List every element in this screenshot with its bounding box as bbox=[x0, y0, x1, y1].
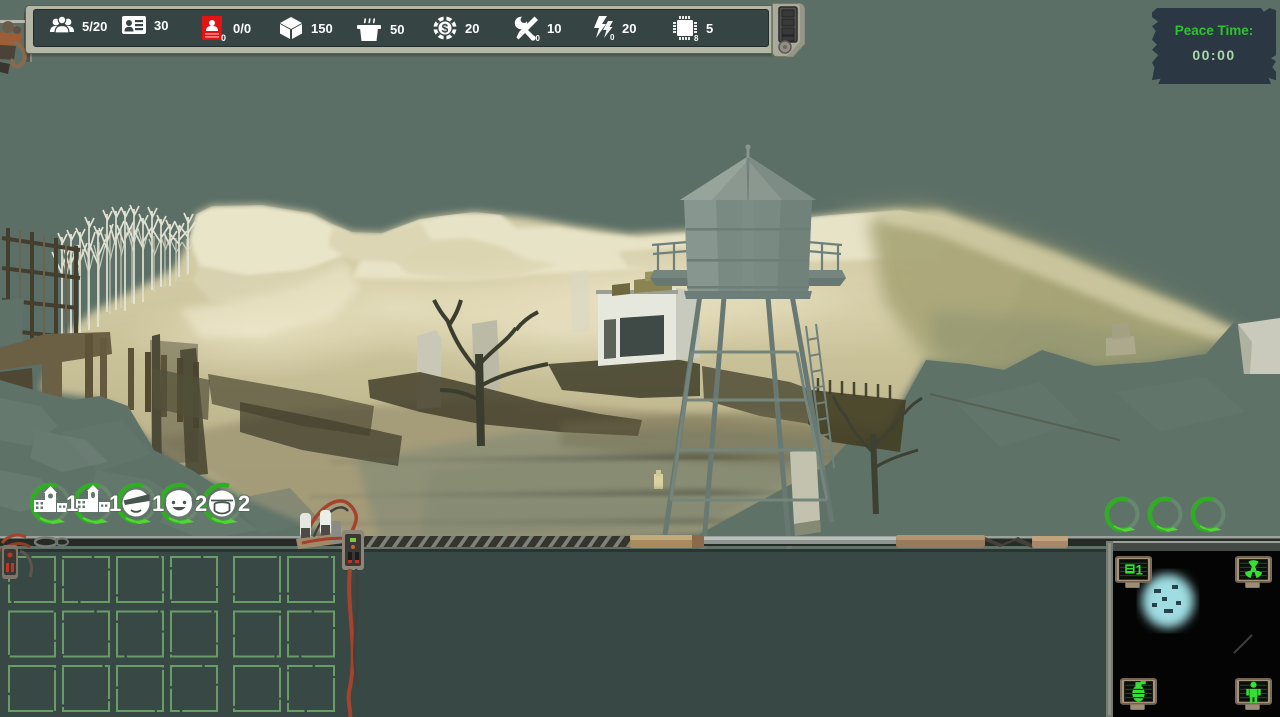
svg-text:8: 8 bbox=[694, 34, 699, 41]
svg-text:0: 0 bbox=[536, 34, 541, 41]
svg-text:1: 1 bbox=[66, 491, 78, 516]
svg-text:0: 0 bbox=[221, 33, 226, 42]
svg-text:2: 2 bbox=[238, 491, 250, 516]
svg-text:0: 0 bbox=[610, 33, 615, 41]
svg-text:2: 2 bbox=[195, 491, 207, 516]
svg-text:1: 1 bbox=[152, 491, 164, 516]
svg-text:1: 1 bbox=[109, 491, 121, 516]
svg-text:$: $ bbox=[442, 22, 449, 36]
svg-text:1: 1 bbox=[1136, 563, 1144, 578]
